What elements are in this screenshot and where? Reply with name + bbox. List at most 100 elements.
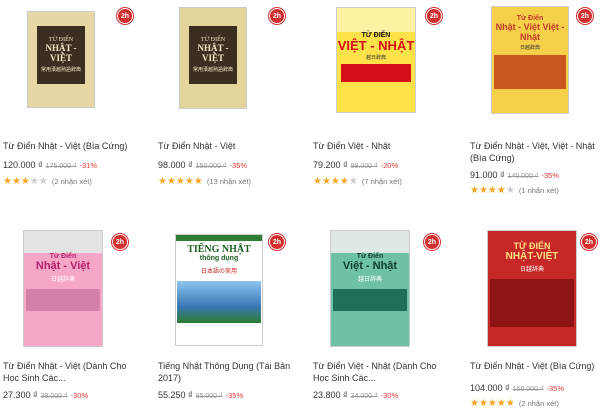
book-cover-image[interactable]: TỪ ĐIỂN VIỆT - NHẬT 越日辞典 [336, 7, 416, 113]
review-count[interactable]: (2 nhận xét) [519, 399, 559, 408]
price-row: 98.000 ₫ 150.000 ₫ -35% [158, 160, 247, 170]
old-price: 85.000 ₫ [195, 393, 223, 400]
price-row: 91.000 ₫ 140.000 ₫ -35% [470, 170, 559, 180]
cover-sub-text: 越日辞典 [357, 277, 382, 283]
product-card[interactable]: Từ Điển Nhật - Việt 日越辞典 2h Từ Điển Nhật… [0, 220, 145, 400]
book-cover-image[interactable]: Từ Điển Nhật - Việt Việt - Nhật 日越辞典 [491, 6, 569, 114]
cover-sub-text: 常用漢越熟語辞典 [40, 68, 81, 73]
star-rating-icon: ★★★★★ [3, 176, 48, 187]
cover-main-text: Việt - Nhật [342, 260, 398, 272]
cover-main-text: NHẬT - VIỆT [197, 43, 229, 63]
star-rating-icon: ★★★★★ [313, 176, 358, 187]
fast-delivery-badge-icon: 2h [424, 234, 440, 250]
book-cover-image[interactable]: Từ Điển Việt - Nhật 越日辞典 [330, 230, 410, 347]
price-row: 79.200 ₫ 99.000 ₫ -20% [313, 160, 398, 170]
price-row: 104.000 ₫ 160.000 ₫ -35% [470, 383, 564, 393]
price-row: 27.300 ₫ 39.000 ₫ -30% [3, 390, 88, 400]
old-price: 140.000 ₫ [507, 173, 539, 180]
product-title[interactable]: Từ Điển Nhật - Việt (Dành Cho Học Sinh C… [3, 360, 143, 384]
cover-main-text: Nhật - Việt Việt - Nhật [495, 22, 565, 42]
fast-delivery-badge-icon: 2h [269, 234, 285, 250]
old-price: 34.000 ₫ [350, 393, 378, 400]
discount-badge: -31% [79, 161, 98, 170]
fast-delivery-badge-icon: 2h [117, 8, 133, 24]
book-cover-image[interactable]: TIẾNG NHẬT thông dụng 日本語の実用 [175, 234, 263, 346]
discount-badge: -20% [380, 161, 399, 170]
price-row: 23.800 ₫ 34.000 ₫ -30% [313, 390, 398, 400]
cover-sub-text: 日越辞典 [519, 267, 544, 273]
fast-delivery-badge-icon: 2h [581, 234, 597, 250]
product-title[interactable]: Từ Điển Việt - Nhật [313, 140, 453, 152]
book-cover-image[interactable]: TỪ ĐIỂN NHẬT - VIỆT 常用漢越熟語辞典 [27, 11, 95, 108]
old-price: 160.000 ₫ [512, 386, 544, 393]
fast-delivery-badge-icon: 2h [269, 8, 285, 24]
rating-row: ★★★★★ (7 nhận xét) [313, 176, 402, 187]
product-cover[interactable]: TỪ ĐIỂN NHẬT-VIỆT 日越辞典 2h [467, 220, 600, 348]
product-cover[interactable]: Từ Điển Việt - Nhật 越日辞典 2h [310, 220, 455, 348]
product-card[interactable]: TỪ ĐIỂN NHẬT-VIỆT 日越辞典 2h Từ Điển Nhật -… [467, 220, 600, 409]
fast-delivery-badge-icon: 2h [112, 234, 128, 250]
rating-row: ★★★★★ (2 nhận xét) [3, 176, 92, 187]
cover-sub-text: 日越辞典 [519, 45, 540, 51]
product-price: 104.000 ₫ [470, 383, 510, 393]
product-price: 98.000 ₫ [158, 160, 193, 170]
product-title[interactable]: Từ Điển Việt - Nhật (Dành Cho Học Sinh C… [313, 360, 453, 384]
book-cover-image[interactable]: Từ Điển Nhật - Việt 日越辞典 [23, 230, 103, 347]
product-price: 23.800 ₫ [313, 390, 348, 400]
review-count[interactable]: (7 nhận xét) [362, 177, 402, 186]
price-row: 120.000 ₫ 175.000 ₫ -31% [3, 160, 97, 170]
review-count[interactable]: (1 nhận xét) [519, 186, 559, 195]
rating-row: ★★★★★ (1 nhận xét) [470, 185, 559, 196]
discount-badge: -30% [380, 391, 399, 400]
review-count[interactable]: (13 nhận xét) [207, 177, 251, 186]
cover-main-text: thông dụng [199, 255, 239, 262]
product-title[interactable]: Từ Điển Nhật - Việt (Bìa Cứng) [3, 140, 143, 152]
product-cover[interactable]: TỪ ĐIỂN VIỆT - NHẬT 越日辞典 2h [310, 0, 455, 128]
book-cover-image[interactable]: TỪ ĐIỂN NHẬT - VIỆT 常用漢越熟語辞典 [179, 7, 247, 109]
discount-badge: -35% [546, 384, 565, 393]
cover-top-text: Từ Điển [49, 253, 77, 260]
book-cover-image[interactable]: TỪ ĐIỂN NHẬT-VIỆT 日越辞典 [487, 230, 577, 347]
old-price: 39.000 ₫ [40, 393, 68, 400]
cover-sub-text: 日本語の実用 [200, 269, 237, 275]
cover-top-text: Từ Điển [516, 15, 544, 22]
product-card[interactable]: Từ Điển Nhật - Việt Việt - Nhật 日越辞典 2h … [467, 0, 600, 196]
product-cover[interactable]: TỪ ĐIỂN NHẬT - VIỆT 常用漢越熟語辞典 2h [155, 0, 300, 128]
star-rating-icon: ★★★★★ [470, 185, 515, 196]
cover-main-text: NHẬT-VIỆT [505, 251, 559, 262]
product-cover[interactable]: TIẾNG NHẬT thông dụng 日本語の実用 2h [155, 220, 300, 348]
product-card[interactable]: TIẾNG NHẬT thông dụng 日本語の実用 2h Tiếng Nh… [155, 220, 300, 400]
discount-badge: -35% [229, 161, 248, 170]
product-card[interactable]: TỪ ĐIỂN NHẬT - VIỆT 常用漢越熟語辞典 2h Từ Điển … [155, 0, 300, 187]
cover-top-text: TỪ ĐIỂN [513, 241, 551, 251]
product-price: 27.300 ₫ [3, 390, 38, 400]
product-cover[interactable]: Từ Điển Nhật - Việt Việt - Nhật 日越辞典 2h [467, 0, 600, 128]
product-card[interactable]: TỪ ĐIỂN VIỆT - NHẬT 越日辞典 2h Từ Điển Việt… [310, 0, 455, 187]
discount-badge: -30% [70, 391, 89, 400]
product-cover[interactable]: Từ Điển Nhật - Việt 日越辞典 2h [0, 220, 145, 348]
product-title[interactable]: Từ Điển Nhật - Việt [158, 140, 298, 152]
product-price: 79.200 ₫ [313, 160, 348, 170]
cover-top-text: TIẾNG NHẬT [187, 244, 251, 255]
rating-row: ★★★★★ (13 nhận xét) [158, 176, 251, 187]
product-price: 120.000 ₫ [3, 160, 43, 170]
rating-row: ★★★★★ (2 nhận xét) [470, 398, 559, 409]
fast-delivery-badge-icon: 2h [577, 8, 593, 24]
cover-sub-text: 日越辞典 [50, 277, 75, 283]
cover-top-text: Từ Điển [356, 253, 384, 260]
fast-delivery-badge-icon: 2h [426, 8, 442, 24]
product-card[interactable]: Từ Điển Việt - Nhật 越日辞典 2h Từ Điển Việt… [310, 220, 455, 400]
price-row: 55.250 ₫ 85.000 ₫ -35% [158, 390, 243, 400]
product-cover[interactable]: TỪ ĐIỂN NHẬT - VIỆT 常用漢越熟語辞典 2h [0, 0, 145, 128]
product-title[interactable]: Từ Điển Nhật - Việt (Bìa Cứng) [470, 360, 600, 372]
review-count[interactable]: (2 nhận xét) [52, 177, 92, 186]
product-price: 55.250 ₫ [158, 390, 193, 400]
product-title[interactable]: Tiếng Nhật Thông Dụng (Tái Bản 2017) [158, 360, 298, 384]
product-card[interactable]: TỪ ĐIỂN NHẬT - VIỆT 常用漢越熟語辞典 2h Từ Điển … [0, 0, 145, 187]
cover-sub-text: 常用漢越熟語辞典 [192, 68, 233, 73]
product-title[interactable]: Từ Điển Nhật - Việt, Việt - Nhật (Bìa Cứ… [470, 140, 600, 164]
cover-main-text: Nhật - Việt [35, 260, 91, 272]
star-rating-icon: ★★★★★ [158, 176, 203, 187]
cover-main-text: NHẬT - VIỆT [45, 43, 77, 63]
star-rating-icon: ★★★★★ [470, 398, 515, 409]
